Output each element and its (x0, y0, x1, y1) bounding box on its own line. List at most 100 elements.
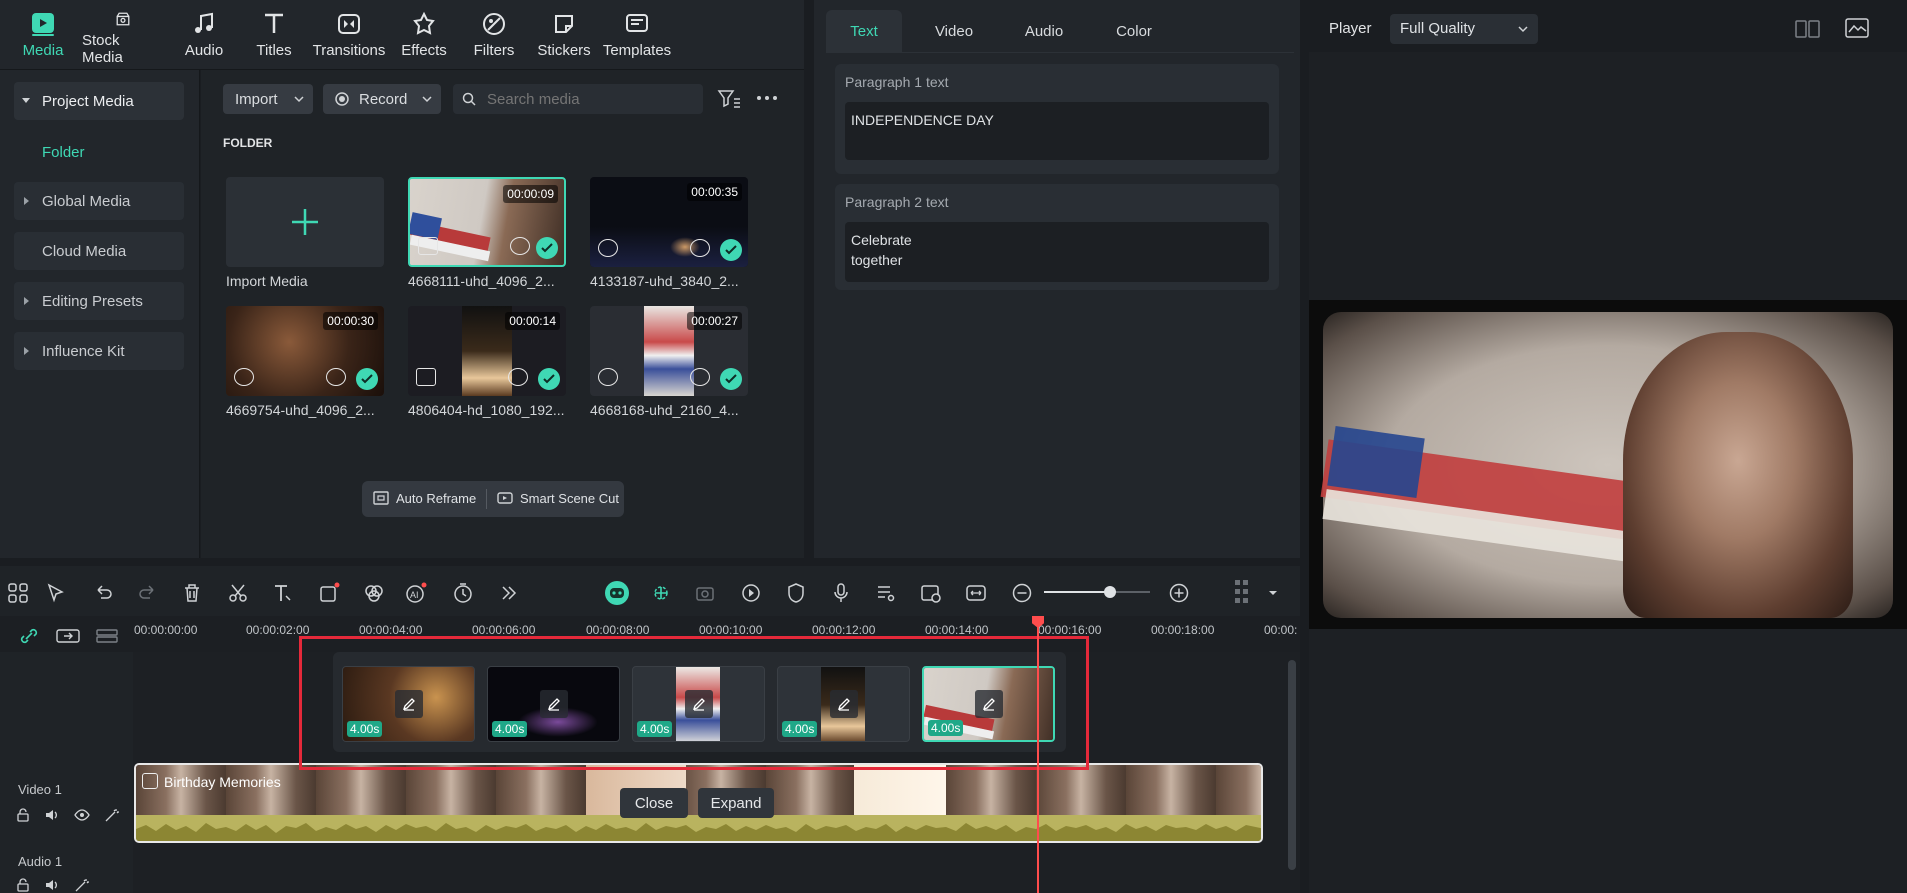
microphone-icon[interactable] (830, 582, 852, 604)
nav-editing-presets-label: Editing Presets (42, 292, 143, 310)
search-icon (462, 92, 476, 106)
tab-effects[interactable]: Effects (400, 10, 448, 66)
nav-project-media[interactable]: Project Media (14, 82, 184, 120)
media-item[interactable]: 00:00:27 (590, 306, 748, 396)
nav-editing-presets[interactable]: Editing Presets (14, 282, 184, 320)
speaker-icon[interactable] (44, 808, 60, 822)
undo-icon[interactable] (92, 582, 114, 604)
paragraph-2-field[interactable]: Celebrate together (845, 222, 1269, 282)
nav-global-media[interactable]: Global Media (14, 182, 184, 220)
insert-track-icon[interactable] (56, 628, 80, 644)
tab-audio-props[interactable]: Audio (1004, 10, 1084, 52)
search-input[interactable] (487, 88, 687, 110)
proxy-icon (326, 368, 346, 386)
auto-reframe-button[interactable]: Auto Reframe (372, 490, 476, 506)
link-icon[interactable] (18, 627, 40, 645)
color-match-icon[interactable] (363, 582, 385, 604)
media-item[interactable]: 00:00:09 (408, 177, 566, 267)
ai-tools-icon[interactable]: AI (405, 582, 427, 604)
zoom-out-icon[interactable] (1011, 582, 1033, 604)
audio-list-icon[interactable] (875, 582, 897, 604)
crop-icon[interactable] (318, 582, 340, 604)
audio-waveform (136, 823, 1261, 841)
tab-video[interactable]: Video (914, 10, 994, 52)
checkmark-icon (720, 368, 742, 390)
layout-compare-icon[interactable] (1795, 18, 1821, 40)
delete-icon[interactable] (181, 582, 203, 604)
zoom-slider-handle[interactable] (1104, 586, 1116, 598)
record-dropdown[interactable]: Record (323, 84, 441, 114)
auto-reframe-icon (373, 491, 389, 505)
tab-audio[interactable]: Audio (182, 10, 226, 66)
clip-title: Birthday Memories (164, 774, 281, 790)
nav-cloud-media[interactable]: Cloud Media (14, 232, 184, 270)
tab-stock-media[interactable]: Stock Media (82, 10, 164, 66)
nav-influence-kit[interactable]: Influence Kit (14, 332, 184, 370)
zoom-in-icon[interactable] (1168, 582, 1190, 604)
chevron-down-icon[interactable] (1268, 589, 1278, 597)
more-options-icon[interactable] (756, 94, 778, 102)
playhead[interactable] (1037, 616, 1039, 893)
checkmark-icon (720, 239, 742, 261)
filter-sort-icon[interactable] (717, 88, 741, 110)
marker-shield-icon[interactable] (785, 582, 807, 604)
fit-timeline-icon[interactable] (965, 582, 987, 604)
tab-stickers[interactable]: Stickers (537, 10, 591, 66)
scissors-icon[interactable] (227, 582, 249, 604)
magic-wand-icon[interactable] (74, 878, 90, 892)
eye-icon[interactable] (74, 808, 90, 822)
media-item[interactable]: 00:00:30 (226, 306, 384, 396)
import-label: Import (235, 90, 278, 108)
lock-icon[interactable] (16, 808, 30, 822)
camera-icon[interactable] (695, 582, 717, 604)
video-track-label: Video 1 (18, 782, 62, 797)
media-item[interactable]: 00:00:35 (590, 177, 748, 267)
tab-effects-label: Effects (401, 42, 447, 59)
layout-grid-icon[interactable] (7, 582, 29, 604)
expand-button[interactable]: Expand (698, 788, 774, 818)
checkmark-icon (356, 368, 378, 390)
import-dropdown[interactable]: Import (223, 84, 313, 114)
tab-stickers-label: Stickers (537, 42, 591, 59)
search-box[interactable] (453, 84, 703, 114)
timeline-scrollbar[interactable] (1288, 660, 1296, 870)
snap-magnet-icon[interactable] (650, 582, 672, 604)
replace-clip-icon[interactable] (920, 582, 942, 604)
zoom-slider[interactable] (1044, 586, 1150, 598)
media-item[interactable]: 00:00:14 (408, 306, 566, 396)
tab-text[interactable]: Text (826, 10, 902, 52)
smart-scene-cut-button[interactable]: Smart Scene Cut (496, 490, 619, 506)
tab-filters[interactable]: Filters (473, 10, 515, 66)
waveform-scope-icon[interactable] (1845, 17, 1869, 39)
lock-icon[interactable] (16, 878, 30, 892)
select-pointer-icon[interactable] (45, 582, 67, 604)
tab-transitions[interactable]: Transitions (312, 10, 386, 66)
magic-wand-icon[interactable] (104, 808, 120, 822)
quality-dropdown[interactable]: Full Quality (1390, 14, 1538, 44)
paragraph-1-field[interactable]: INDEPENDENCE DAY (845, 102, 1269, 160)
paragraph-1-group: Paragraph 1 text INDEPENDENCE DAY (835, 64, 1279, 174)
collapse-arrow-icon (24, 297, 29, 305)
timer-icon[interactable] (452, 582, 474, 604)
text-tool-icon[interactable] (272, 582, 294, 604)
stock-media-icon (116, 12, 130, 26)
render-preview-icon[interactable] (740, 582, 762, 604)
redo-icon[interactable] (137, 582, 159, 604)
tab-media[interactable]: Media (18, 10, 68, 66)
more-tools-icon[interactable] (498, 582, 520, 604)
track-manager-icon[interactable] (96, 628, 118, 644)
speaker-icon[interactable] (44, 878, 60, 892)
ai-copilot-icon[interactable] (604, 580, 630, 606)
ruler-tick: 00:00: (1264, 623, 1298, 637)
highlight-box (299, 636, 1089, 770)
nav-folder[interactable]: Folder (42, 144, 85, 161)
close-button[interactable]: Close (620, 788, 688, 818)
tab-color[interactable]: Color (1094, 10, 1174, 52)
tab-templates[interactable]: Templates (603, 10, 671, 66)
layout-toggle-icon[interactable] (1234, 578, 1250, 606)
tab-titles[interactable]: Titles (254, 10, 294, 66)
quality-value: Full Quality (1400, 20, 1476, 37)
import-media-tile[interactable] (226, 177, 384, 267)
ruler-tick: 00:00:04:00 (359, 623, 423, 637)
film-icon (416, 368, 436, 386)
